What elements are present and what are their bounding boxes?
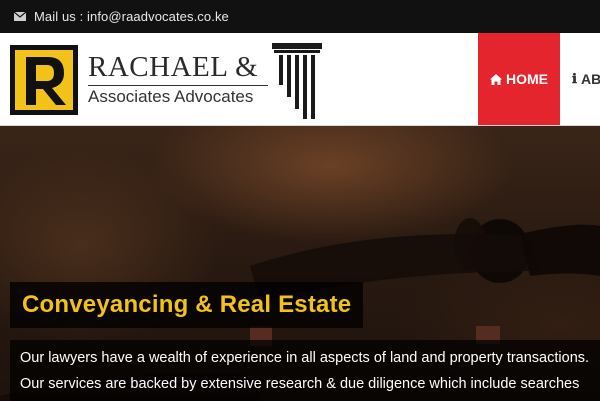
nav-home-label: HOME <box>506 71 548 87</box>
brand-name: RACHAEL & <box>88 51 259 83</box>
hero-title-banner: Conveyancing & Real Estate <box>10 282 364 328</box>
contact-email-link[interactable]: Mail us : info@raadvocates.co.ke <box>34 9 229 24</box>
envelope-icon <box>14 12 26 21</box>
info-icon: ℹ <box>572 71 577 87</box>
hero-description-line: Our services are backed by extensive res… <box>20 376 580 392</box>
home-icon <box>490 73 502 85</box>
nav-item-home[interactable]: HOME <box>478 33 560 125</box>
brand-subtitle: Associates Advocates <box>88 87 254 106</box>
brand-divider <box>88 85 268 86</box>
top-contact-bar: Mail us : info@raadvocates.co.ke <box>0 0 600 33</box>
logo-r-mark <box>10 45 78 115</box>
pillar-icon <box>272 43 322 119</box>
site-header: RACHAEL & Associates Advocates HOME ℹ AB <box>0 33 600 126</box>
hero-slider: Conveyancing & Real Estate Our lawyers h… <box>0 126 600 401</box>
nav-item-about[interactable]: ℹ AB <box>572 33 600 125</box>
hero-title: Conveyancing & Real Estate <box>22 291 352 318</box>
site-logo[interactable]: RACHAEL & Associates Advocates <box>10 41 322 119</box>
hero-description-line: Our lawyers have a wealth of experience … <box>20 350 590 366</box>
hero-description-box: Our lawyers have a wealth of experience … <box>10 340 600 401</box>
nav-about-label: AB <box>580 71 600 87</box>
